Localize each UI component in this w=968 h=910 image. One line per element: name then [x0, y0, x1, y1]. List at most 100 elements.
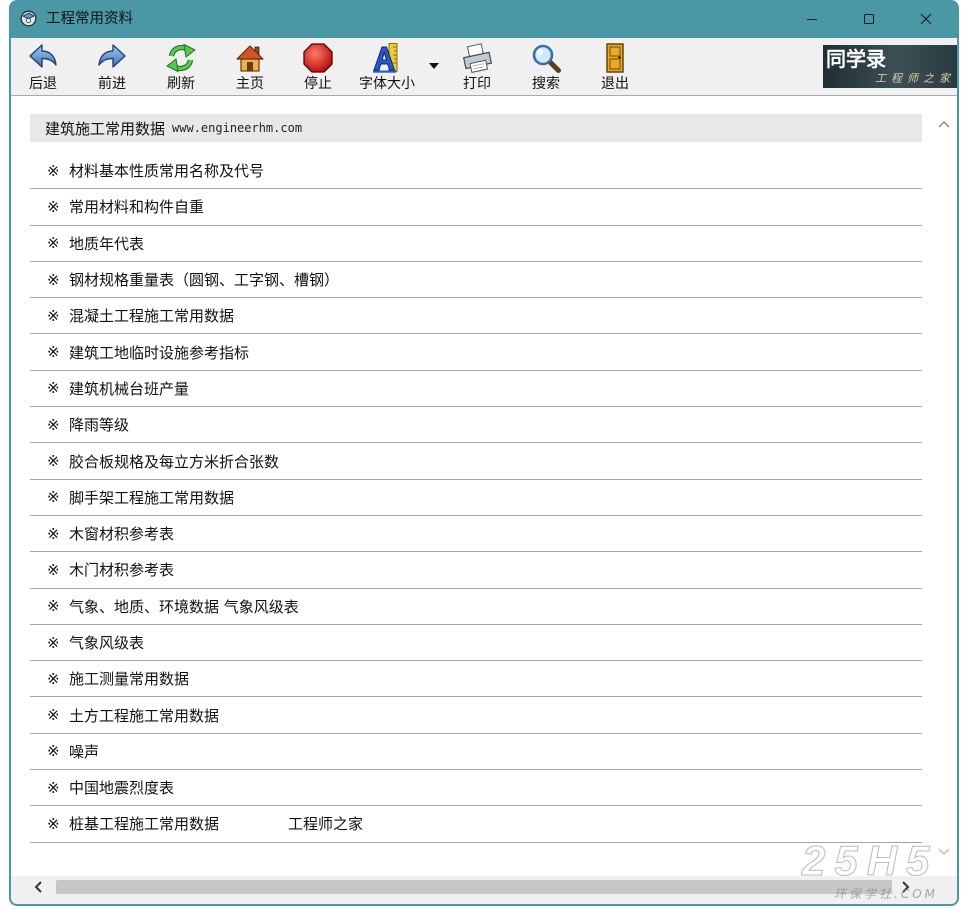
list-item[interactable]: ※ 混凝土工程施工常用数据: [30, 298, 922, 335]
list-item[interactable]: ※ 木窗材积参考表: [30, 516, 922, 553]
refresh-icon: [166, 43, 196, 73]
section-header: 建筑施工常用数据 www.engineerhm.com: [30, 114, 922, 142]
list-item[interactable]: ※ 气象、地质、环境数据 气象风级表: [30, 589, 922, 625]
close-button[interactable]: [903, 0, 949, 38]
minimize-button[interactable]: [789, 0, 835, 38]
list-item-label[interactable]: 脚手架工程施工常用数据: [69, 487, 234, 508]
section-title: 建筑施工常用数据: [45, 119, 166, 138]
title-bar[interactable]: 工程常用资料: [9, 0, 959, 38]
list-item-bullet: ※: [47, 633, 60, 652]
forward-button[interactable]: 前进: [82, 40, 142, 94]
list-item-bullet: ※: [47, 488, 60, 507]
list-item-label[interactable]: 建筑工地临时设施参考指标: [69, 342, 249, 363]
forward-label: 前进: [98, 76, 126, 92]
font-size-dropdown-icon[interactable]: [428, 62, 440, 70]
list-item-bullet: ※: [47, 814, 60, 833]
list-item-bullet: ※: [47, 452, 60, 471]
list-item-label[interactable]: 中国地震烈度表: [69, 777, 174, 798]
list-item-bullet: ※: [47, 706, 60, 725]
list-item-bullet: ※: [47, 379, 60, 398]
search-button[interactable]: 搜索: [516, 40, 576, 94]
home-icon: [236, 45, 264, 72]
exit-button[interactable]: 退出: [585, 40, 645, 94]
back-arrow-icon: [29, 44, 57, 68]
scroll-left-icon[interactable]: [33, 880, 43, 894]
list-item-bullet: ※: [47, 270, 60, 289]
list-item[interactable]: ※ 施工测量常用数据: [30, 661, 922, 698]
list-item[interactable]: ※ 降雨等级: [30, 407, 922, 444]
stop-button[interactable]: 停止: [288, 40, 348, 94]
list-item-bullet: ※: [47, 197, 60, 216]
list-item[interactable]: ※ 脚手架工程施工常用数据: [30, 480, 922, 516]
section-url: www.engineerhm.com: [172, 121, 303, 135]
list-item[interactable]: ※ 胶合板规格及每立方米折合张数: [30, 443, 922, 480]
list-item[interactable]: ※ 钢材规格重量表（圆钢、工字钢、槽钢）: [30, 262, 922, 299]
list-item-bullet: ※: [47, 524, 60, 543]
list-item-label[interactable]: 常用材料和构件自重: [69, 196, 204, 217]
list-item-bullet: ※: [47, 415, 60, 434]
list-item-label[interactable]: 气象风级表: [69, 632, 144, 653]
maximize-button[interactable]: [846, 0, 892, 38]
list-item-bullet: ※: [47, 161, 60, 180]
exit-door-icon: [606, 43, 624, 73]
font-size-label: 字体大小: [359, 76, 415, 92]
scrollbar-corner: [932, 876, 957, 898]
list-item[interactable]: ※ 地质年代表: [30, 226, 922, 262]
list-item-label[interactable]: 土方工程施工常用数据: [69, 705, 219, 726]
list-item[interactable]: ※ 噪声: [30, 734, 922, 771]
logo-subtitle: 工程师之家: [875, 72, 955, 85]
list-item-label[interactable]: 地质年代表: [69, 233, 144, 254]
back-button[interactable]: 后退: [13, 40, 73, 94]
search-label: 搜索: [532, 76, 560, 92]
print-button[interactable]: 打印: [447, 40, 507, 94]
stop-label: 停止: [304, 76, 332, 92]
list-item-label[interactable]: 混凝土工程施工常用数据: [69, 305, 234, 326]
horizontal-scrollbar[interactable]: [11, 876, 932, 898]
list-item-label[interactable]: 建筑机械台班产量: [69, 378, 189, 399]
scroll-right-icon[interactable]: [901, 880, 911, 894]
scroll-up-icon[interactable]: [937, 119, 951, 129]
client-area: 后退 前进 刷新 主页 停止 字体大小 打印 搜索 退出 同学录 工程师之家 建…: [11, 38, 957, 904]
list-item-suffix: 工程师之家: [288, 815, 364, 834]
list-item-label[interactable]: 气象、地质、环境数据 气象风级表: [69, 596, 299, 617]
window-title: 工程常用资料: [46, 11, 133, 27]
stop-icon: [303, 43, 333, 73]
list-item[interactable]: ※ 常用材料和构件自重: [30, 189, 922, 226]
home-label: 主页: [236, 76, 264, 92]
list-item-label[interactable]: 胶合板规格及每立方米折合张数: [69, 451, 279, 472]
forward-arrow-icon: [98, 44, 126, 68]
app-disc-icon: [20, 10, 37, 27]
font-size-button[interactable]: 字体大小: [354, 40, 420, 94]
vertical-scrollbar[interactable]: [932, 96, 957, 876]
list-item[interactable]: ※ 建筑机械台班产量: [30, 371, 922, 408]
printer-icon: [462, 43, 493, 73]
list-item[interactable]: ※ 气象风级表: [30, 625, 922, 662]
exit-label: 退出: [601, 76, 629, 92]
list-item-bullet: ※: [47, 234, 60, 253]
list-item-label[interactable]: 材料基本性质常用名称及代号: [69, 160, 264, 181]
list-item-label[interactable]: 施工测量常用数据: [69, 668, 189, 689]
print-label: 打印: [463, 76, 491, 92]
list-item-label[interactable]: 桩基工程施工常用数据: [69, 813, 219, 834]
list-item-label[interactable]: 钢材规格重量表（圆钢、工字钢、槽钢）: [69, 269, 339, 290]
refresh-button[interactable]: 刷新: [151, 40, 211, 94]
close-icon: [920, 13, 932, 25]
horizontal-scroll-thumb[interactable]: [56, 880, 892, 894]
back-label: 后退: [29, 76, 57, 92]
list-item[interactable]: ※ 建筑工地临时设施参考指标: [30, 334, 922, 371]
list-item[interactable]: ※ 材料基本性质常用名称及代号: [30, 153, 922, 190]
list-item[interactable]: ※ 土方工程施工常用数据: [30, 697, 922, 734]
list-item-bullet: ※: [47, 560, 60, 579]
list-item-label[interactable]: 噪声: [69, 741, 99, 762]
font-size-icon: [373, 43, 398, 73]
list-item-label[interactable]: 木窗材积参考表: [69, 523, 174, 544]
list-item[interactable]: ※ 中国地震烈度表: [30, 770, 922, 807]
list-item[interactable]: ※ 桩基工程施工常用数据 工程师之家: [30, 806, 922, 843]
list-item-label[interactable]: 木门材积参考表: [69, 559, 174, 580]
brand-logo: 同学录 工程师之家: [823, 45, 957, 88]
list-item-label[interactable]: 降雨等级: [69, 414, 129, 435]
home-button[interactable]: 主页: [220, 40, 280, 94]
list-item[interactable]: ※ 木门材积参考表: [30, 552, 922, 589]
scroll-down-icon[interactable]: [937, 847, 951, 857]
toolbar: 后退 前进 刷新 主页 停止 字体大小 打印 搜索 退出 同学录 工程师之家: [11, 38, 957, 95]
